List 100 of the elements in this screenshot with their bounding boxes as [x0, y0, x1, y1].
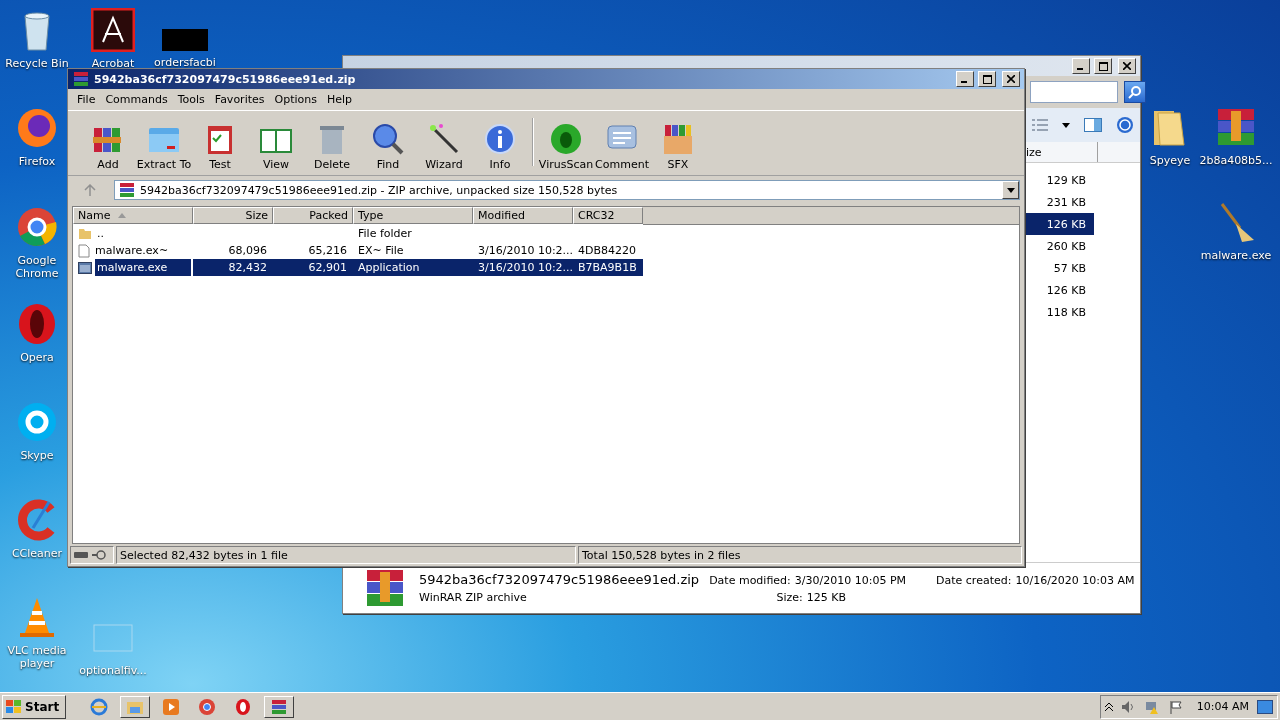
file-size-cell-text: 260 KB — [1045, 238, 1087, 255]
close-icon — [1123, 62, 1131, 70]
clock[interactable]: 10:04 AM — [1196, 700, 1249, 713]
file-size-cell-text: 126 KB — [1045, 282, 1087, 299]
search-field[interactable] — [1030, 81, 1118, 103]
toolbar-button[interactable]: Wizard — [416, 122, 472, 171]
drive-icon — [74, 552, 88, 558]
chrome-icon[interactable] — [198, 697, 217, 716]
archive-icon[interactable] — [270, 697, 289, 716]
field-value: 125 KB — [806, 591, 847, 604]
folder-icon — [78, 227, 92, 240]
maximize-icon — [982, 74, 992, 84]
flag-icon[interactable] — [1168, 699, 1183, 714]
opera-icon[interactable] — [234, 697, 253, 716]
table-cell: Application — [353, 259, 473, 276]
file-name: 5942ba36cf732097479c51986eee91ed.zip — [419, 572, 700, 587]
column-header[interactable]: Modified — [473, 207, 573, 224]
chrome-icon — [15, 205, 59, 249]
file-size-cell-text: 118 KB — [1045, 304, 1087, 321]
menu-item[interactable]: Tools — [172, 91, 210, 108]
column-header[interactable]: Name — [73, 207, 193, 224]
firefox-icon — [15, 106, 59, 150]
magic-wand-icon — [427, 122, 461, 156]
table-cell: 82,432 — [193, 259, 273, 276]
toolbar-button[interactable]: View — [248, 122, 304, 171]
minimize-button[interactable] — [956, 71, 974, 87]
preview-pane-icon[interactable] — [1084, 118, 1102, 132]
toolbar-button[interactable]: Add — [80, 122, 136, 171]
toolbar-button[interactable]: Info — [472, 122, 528, 171]
toolbar-button[interactable]: Comment — [594, 122, 650, 171]
redacted-block — [162, 29, 208, 51]
minimize-button[interactable] — [1072, 58, 1090, 74]
file-name-cell[interactable]: .. — [95, 225, 191, 242]
close-button[interactable] — [1002, 71, 1020, 87]
status-text: Total 150,528 bytes in 2 files — [578, 546, 1022, 564]
column-header[interactable]: Packed — [273, 207, 353, 224]
table-cell-text: 4DB84220 — [577, 243, 637, 259]
toolbar-button[interactable]: VirusScan — [538, 122, 594, 171]
caret-icon[interactable] — [1006, 187, 1015, 193]
table-cell-text: EX~ File — [357, 243, 405, 259]
column-header[interactable]: CRC32 — [573, 207, 643, 224]
key-icon — [92, 550, 106, 560]
up-arrow-icon — [84, 184, 96, 196]
toolbar-button[interactable]: SFX — [650, 122, 706, 171]
help-icon[interactable] — [1116, 116, 1134, 134]
close-icon — [1007, 75, 1015, 83]
maximize-button[interactable] — [1094, 58, 1112, 74]
caret-up-icon[interactable] — [1104, 701, 1113, 712]
search-icon — [1128, 85, 1142, 99]
table-cell: 3/16/2010 10:2... — [473, 259, 573, 276]
desktop-icon-label[interactable]: malware.exe — [1200, 249, 1272, 262]
windows-logo-icon — [6, 699, 22, 714]
file-name-cell[interactable]: malware.exe — [95, 259, 191, 276]
file-size-cell-text: 57 KB — [1052, 260, 1087, 277]
caret-icon[interactable] — [1062, 122, 1070, 128]
magnifier-icon — [371, 122, 405, 156]
ie-icon[interactable] — [90, 697, 109, 716]
desktop-icon-label[interactable]: Firefox — [18, 155, 56, 168]
field-label: Date created: — [936, 574, 1012, 587]
field-label: Date modified: — [709, 574, 791, 587]
menu-item[interactable]: Commands — [100, 91, 173, 108]
search-button[interactable] — [1124, 81, 1146, 103]
file-icon — [78, 243, 90, 258]
table-cell: 62,901 — [273, 259, 353, 276]
table-cell-text: File folder — [357, 226, 413, 242]
desktop-icon-label[interactable]: Recycle Bin — [5, 57, 69, 70]
table-cell-text: 3/16/2010 10:2... — [477, 243, 573, 259]
table-cell: B7BA9B1B — [573, 259, 643, 276]
column-header[interactable]: Type — [353, 207, 473, 224]
desktop-icon-label[interactable]: Acrobat — [91, 57, 135, 70]
toolbar-button[interactable]: Extract To — [136, 122, 192, 171]
maximize-button[interactable] — [978, 71, 996, 87]
toolbar-button[interactable]: Delete — [304, 122, 360, 171]
toolbar-button[interactable]: Test — [192, 122, 248, 171]
desktop-icon-label[interactable]: Spyeye — [1149, 154, 1191, 167]
archive-icon[interactable] — [118, 181, 136, 199]
media-player-icon[interactable] — [162, 697, 181, 716]
address-field[interactable]: 5942ba36cf732097479c51986eee91ed.zip - ZIP archive, unpacked size 150,528 bytes — [114, 180, 1020, 200]
menu-item[interactable]: Help — [321, 91, 358, 108]
show-desktop-icon[interactable] — [1257, 699, 1273, 714]
desktop-icon-label[interactable]: ordersfacbi — [154, 56, 216, 69]
file-name-cell[interactable]: malware.ex~ — [93, 242, 189, 259]
menu-item[interactable]: Options — [269, 91, 322, 108]
menu-item[interactable]: File — [72, 91, 101, 108]
close-button[interactable] — [1118, 58, 1136, 74]
desktop-icon-label[interactable]: 2b8a408b5... — [1199, 154, 1273, 167]
menu-item[interactable]: Favorites — [209, 91, 270, 108]
skype-icon — [15, 400, 59, 444]
desktop-icon-label[interactable]: Opera — [20, 351, 54, 364]
field-value: 3/30/2010 10:05 PM — [794, 574, 907, 587]
field-label: Size: — [776, 591, 803, 604]
sort-caret-icon — [118, 213, 127, 218]
toolbar-button[interactable]: Find — [360, 122, 416, 171]
desktop-icon-label[interactable]: Google Chrome — [7, 254, 67, 280]
file-size-cell-text: 129 KB — [1045, 172, 1087, 189]
window-title: 5942ba36cf732097479c51986eee91ed.zip — [94, 72, 357, 86]
maximize-icon — [1098, 61, 1108, 71]
column-header[interactable]: Size — [193, 207, 273, 224]
archive-icon[interactable] — [72, 70, 90, 88]
start-button[interactable]: Start — [2, 694, 67, 719]
